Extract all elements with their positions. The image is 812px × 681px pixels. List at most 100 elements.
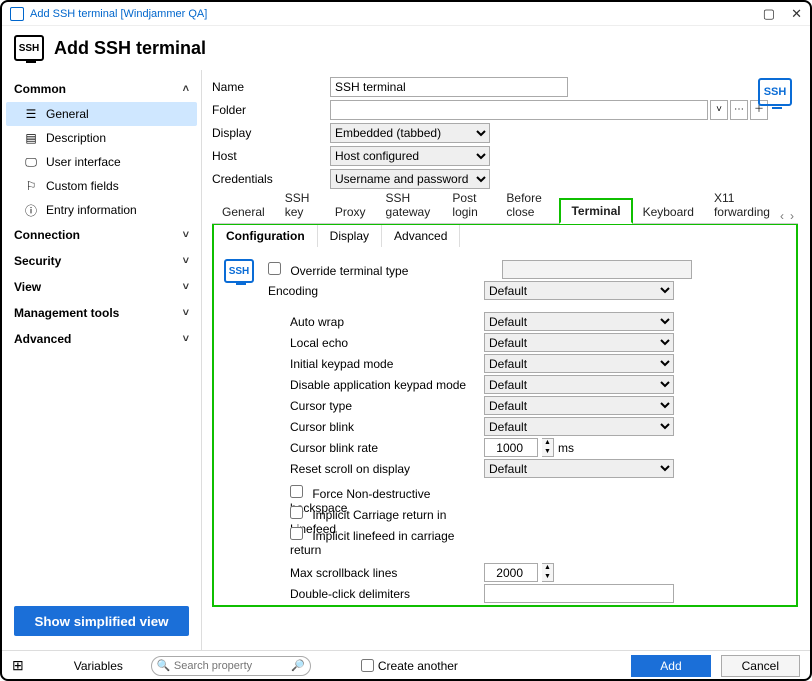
disable-keypad-select[interactable]: Default: [484, 375, 674, 394]
sidebar-section-label: Advanced: [14, 332, 71, 346]
folder-input[interactable]: [330, 100, 708, 120]
folder-label: Folder: [212, 103, 330, 117]
chevron-down-icon: ˅: [183, 281, 189, 293]
screen-icon: 🖵: [24, 156, 38, 168]
sidebar-section-label: Management tools: [14, 306, 119, 320]
local-echo-label: Local echo: [268, 336, 484, 350]
sidebar-section-management-tools[interactable]: Management tools ˅: [6, 300, 197, 326]
sidebar-item-label: General: [46, 107, 89, 121]
implicit-lf-cr-checkbox[interactable]: [290, 527, 303, 540]
initial-keypad-label: Initial keypad mode: [268, 357, 484, 371]
sidebar-item-entry-information[interactable]: ⓘ Entry information: [6, 198, 197, 222]
auto-wrap-select[interactable]: Default: [484, 312, 674, 331]
sidebar-section-common[interactable]: Common ˄: [6, 76, 197, 102]
window-maximize-icon[interactable]: ▢: [763, 6, 775, 22]
ssh-mini-icon: SSH: [224, 259, 254, 283]
app-icon: [10, 7, 24, 21]
tag-icon: ⚐: [24, 180, 38, 192]
sidebar-section-security[interactable]: Security ˅: [6, 248, 197, 274]
create-another-label: Create another: [378, 659, 458, 673]
override-terminal-type-field[interactable]: [502, 260, 692, 279]
sidebar-section-label: View: [14, 280, 41, 294]
name-input[interactable]: [330, 77, 568, 97]
configuration-panel: SSH Override terminal type Encoding Defa…: [212, 247, 798, 607]
tab-ssh-gateway[interactable]: SSH gateway: [376, 187, 443, 223]
sidebar-item-general[interactable]: ☰ General: [6, 102, 197, 126]
sidebar-item-description[interactable]: ▤ Description: [6, 126, 197, 150]
chevron-down-icon: ˅: [183, 255, 189, 267]
main: SSH Name Folder ˅ ⋯ ＋ Display Embedded (…: [202, 70, 810, 650]
sidebar-section-view[interactable]: View ˅: [6, 274, 197, 300]
add-button[interactable]: Add: [631, 655, 710, 677]
sidebar: Common ˄ ☰ General ▤ Description 🖵 User …: [2, 70, 202, 650]
implicit-cr-lf-checkbox[interactable]: [290, 506, 303, 519]
show-simplified-view-button[interactable]: Show simplified view: [14, 606, 189, 636]
subtabs: Configuration Display Advanced: [212, 223, 798, 247]
host-select[interactable]: Host configured: [330, 146, 490, 166]
max-scrollback-spinner[interactable]: ▲▼: [542, 563, 554, 582]
menu-icon: ☰: [24, 108, 38, 120]
implicit-lf-cr-label: Implicit linefeed in carriage return: [290, 529, 454, 557]
tabs: General SSH key Proxy SSH gateway Post l…: [212, 198, 798, 224]
titlebar-text: Add SSH terminal [Windjammer QA]: [30, 8, 763, 20]
cursor-blink-rate-input[interactable]: [484, 438, 538, 457]
cancel-button[interactable]: Cancel: [721, 655, 800, 677]
variables-label[interactable]: Variables: [74, 659, 123, 673]
tabs-scroll-left-icon[interactable]: ‹: [780, 209, 784, 223]
chevron-up-icon: ˄: [183, 83, 189, 95]
info-icon: ⓘ: [24, 204, 38, 216]
cursor-type-label: Cursor type: [268, 399, 484, 413]
cursor-type-select[interactable]: Default: [484, 396, 674, 415]
local-echo-select[interactable]: Default: [484, 333, 674, 352]
chevron-down-icon: ˅: [183, 333, 189, 345]
sidebar-section-label: Connection: [14, 228, 80, 242]
tab-terminal[interactable]: Terminal: [559, 198, 632, 224]
chevron-down-icon: ˅: [183, 229, 189, 241]
tab-x11-forwarding[interactable]: X11 forwarding: [704, 187, 780, 223]
folder-more-button[interactable]: ⋯: [730, 100, 748, 120]
tab-post-login[interactable]: Post login: [442, 187, 496, 223]
max-scrollback-input[interactable]: [484, 563, 538, 582]
search-go-icon[interactable]: 🔎: [291, 659, 305, 672]
reset-scroll-label: Reset scroll on display: [268, 462, 484, 476]
folder-dropdown-button[interactable]: ˅: [710, 100, 728, 120]
tab-general[interactable]: General: [212, 201, 275, 223]
subtab-display[interactable]: Display: [318, 225, 382, 247]
tabs-scroll-right-icon[interactable]: ›: [790, 209, 794, 223]
double-click-label: Double-click delimiters: [268, 587, 484, 601]
search-property-input[interactable]: [151, 656, 311, 676]
sidebar-section-connection[interactable]: Connection ˅: [6, 222, 197, 248]
document-icon: ▤: [24, 132, 38, 144]
subtab-advanced[interactable]: Advanced: [382, 225, 460, 247]
double-click-input[interactable]: [484, 584, 674, 603]
display-select[interactable]: Embedded (tabbed): [330, 123, 490, 143]
tab-ssh-key[interactable]: SSH key: [275, 187, 325, 223]
sidebar-section-label: Common: [14, 82, 66, 96]
cursor-blink-rate-label: Cursor blink rate: [268, 441, 484, 455]
override-terminal-type-label: Override terminal type: [290, 264, 408, 278]
sidebar-item-user-interface[interactable]: 🖵 User interface: [6, 150, 197, 174]
window-close-icon[interactable]: ✕: [791, 6, 802, 22]
sidebar-section-advanced[interactable]: Advanced ˅: [6, 326, 197, 352]
encoding-label: Encoding: [268, 284, 484, 298]
grid-icon[interactable]: ⊞: [12, 657, 24, 674]
initial-keypad-select[interactable]: Default: [484, 354, 674, 373]
tab-before-close[interactable]: Before close: [496, 187, 559, 223]
auto-wrap-label: Auto wrap: [268, 315, 484, 329]
tab-proxy[interactable]: Proxy: [325, 201, 376, 223]
encoding-select[interactable]: Default: [484, 281, 674, 300]
create-another-checkbox[interactable]: [361, 659, 374, 672]
tab-keyboard[interactable]: Keyboard: [633, 201, 704, 223]
search-icon: 🔍: [157, 659, 171, 672]
cursor-blink-select[interactable]: Default: [484, 417, 674, 436]
reset-scroll-select[interactable]: Default: [484, 459, 674, 478]
override-terminal-type-checkbox[interactable]: [268, 262, 281, 275]
credentials-select[interactable]: Username and password: [330, 169, 490, 189]
sidebar-section-label: Security: [14, 254, 61, 268]
sidebar-item-label: Description: [46, 131, 106, 145]
force-backspace-checkbox[interactable]: [290, 485, 303, 498]
subtab-configuration[interactable]: Configuration: [214, 225, 318, 247]
cursor-blink-rate-spinner[interactable]: ▲▼: [542, 438, 554, 457]
sidebar-item-custom-fields[interactable]: ⚐ Custom fields: [6, 174, 197, 198]
display-label: Display: [212, 126, 330, 140]
